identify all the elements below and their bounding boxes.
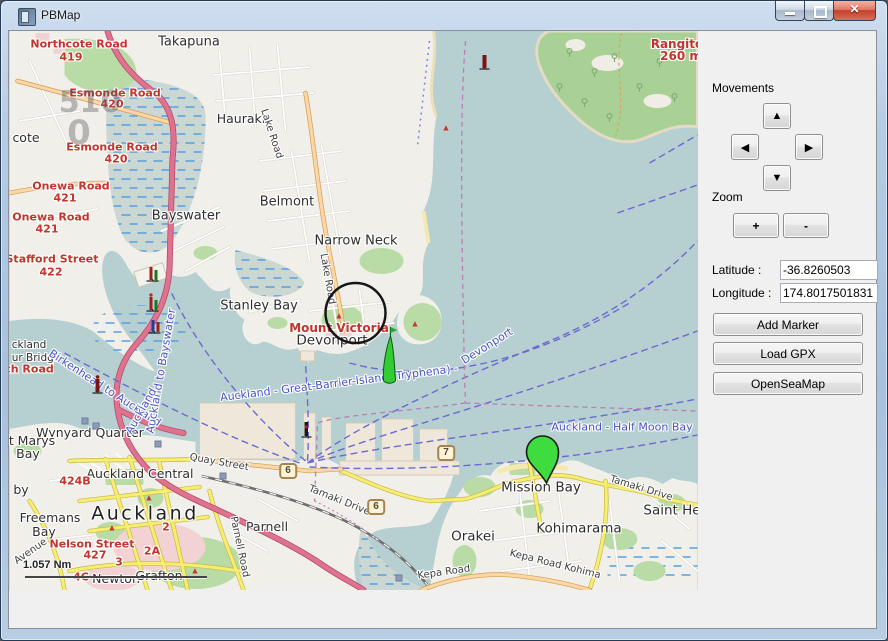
scale-bar (25, 576, 207, 578)
zoom-in-button[interactable]: + (733, 213, 779, 238)
app-icon (18, 8, 36, 26)
close-button[interactable]: ✕ (833, 1, 876, 21)
scale-text: 1.057 Nm (23, 559, 71, 571)
map-base-layer (9, 31, 698, 590)
latitude-label: Latitude : (712, 263, 761, 277)
window-title: PBMap (41, 8, 80, 22)
maximize-button[interactable] (804, 1, 834, 21)
openseamap-button[interactable]: OpenSeaMap (713, 372, 863, 395)
zoom-label: Zoom (712, 190, 743, 204)
longitude-label: Longitude : (712, 286, 771, 300)
client-area: TakapunaHaurakiBayswaterBelmontNarrow Ne… (8, 30, 877, 629)
close-icon: ✕ (834, 2, 875, 16)
add-marker-button[interactable]: Add Marker (713, 313, 863, 336)
title-bar[interactable]: PBMap ✕ (1, 1, 887, 30)
map-canvas[interactable]: TakapunaHaurakiBayswaterBelmontNarrow Ne… (9, 31, 698, 590)
move-down-button[interactable]: ▼ (763, 165, 791, 191)
movements-label: Movements (712, 81, 774, 95)
move-right-button[interactable]: ▶ (795, 134, 823, 160)
maximize-icon (814, 6, 827, 18)
move-up-button[interactable]: ▲ (763, 103, 791, 129)
longitude-input[interactable] (780, 283, 878, 303)
app-window: PBMap ✕ (0, 0, 888, 641)
zoom-out-button[interactable]: - (783, 213, 829, 238)
minimize-icon (785, 12, 795, 15)
move-left-button[interactable]: ◀ (731, 134, 759, 160)
latitude-input[interactable] (780, 260, 878, 280)
load-gpx-button[interactable]: Load GPX (713, 342, 863, 365)
minimize-button[interactable] (775, 1, 805, 21)
